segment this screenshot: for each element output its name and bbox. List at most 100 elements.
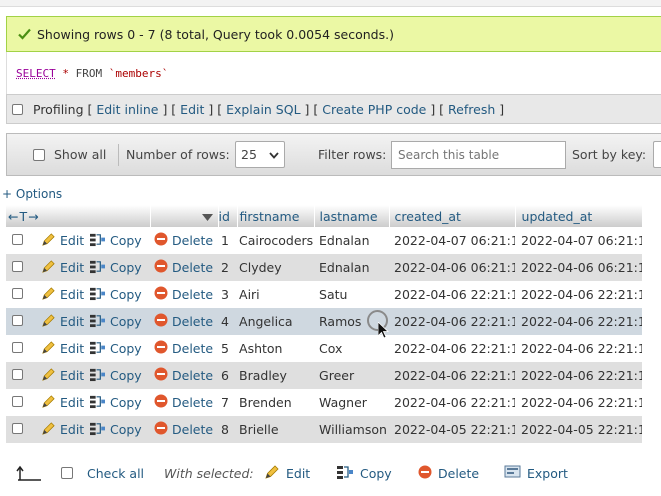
row-firstname-cell[interactable]: Airi bbox=[237, 281, 315, 308]
table-row[interactable]: Edit Copy Delete 5 Ashton Cox 2022-04-06 22:21… bbox=[6, 335, 643, 362]
column-arrows[interactable]: ←T→ bbox=[6, 205, 151, 227]
row-edit-button[interactable]: Edit bbox=[41, 232, 84, 250]
row-created-at-cell[interactable]: 2022-04-05 22:21:19 bbox=[389, 416, 516, 443]
table-row[interactable]: Edit Copy Delete 3 Airi Satu 2022-04-06 22:21:… bbox=[6, 281, 643, 308]
show-all-checkbox[interactable] bbox=[33, 149, 45, 161]
sql-select-keyword[interactable]: SELECT bbox=[16, 67, 56, 80]
row-updated-at-cell[interactable]: 2022-04-06 22:21:19 bbox=[515, 362, 643, 389]
row-id: 4 bbox=[221, 314, 229, 329]
check-all-checkbox[interactable] bbox=[61, 467, 73, 479]
table-row[interactable]: Edit Copy Delete 1 Cairocoders Ednalan 2022-04… bbox=[6, 227, 643, 254]
row-updated-at-cell[interactable]: 2022-04-05 22:21:19 bbox=[515, 416, 643, 443]
row-updated-at-cell[interactable]: 2022-04-06 22:21:19 bbox=[515, 308, 643, 335]
row-copy-button[interactable]: Copy bbox=[89, 394, 142, 412]
row-copy-button[interactable]: Copy bbox=[89, 313, 142, 331]
refresh-link[interactable]: Refresh bbox=[448, 102, 495, 117]
rows-count-select[interactable]: 25 bbox=[235, 141, 285, 168]
row-firstname-cell[interactable]: Brenden bbox=[237, 389, 315, 416]
row-lastname-cell[interactable]: Ednalan bbox=[314, 254, 390, 281]
row-edit-button[interactable]: Edit bbox=[41, 313, 84, 331]
column-header-id[interactable]: id bbox=[218, 205, 238, 227]
row-delete-button[interactable]: Delete bbox=[154, 394, 213, 411]
row-delete-button[interactable]: Delete bbox=[154, 286, 213, 303]
row-edit-button[interactable]: Edit bbox=[41, 340, 84, 358]
row-created-at-cell[interactable]: 2022-04-07 06:21:19 bbox=[389, 227, 516, 254]
row-delete-button[interactable]: Delete bbox=[154, 259, 213, 276]
bulk-delete-button[interactable]: Delete bbox=[418, 458, 479, 488]
export-button[interactable]: Export bbox=[504, 458, 568, 488]
table-row[interactable]: Edit Copy Delete 4 Angelica Ramos 2022-04-06 2… bbox=[6, 308, 643, 335]
row-firstname-cell[interactable]: Cairocoders bbox=[237, 227, 315, 254]
sort-toggle[interactable] bbox=[150, 205, 219, 227]
column-header-updated-at[interactable]: updated_at bbox=[515, 205, 643, 227]
table-row[interactable]: Edit Copy Delete 2 Clydey Ednalan 2022-04-06 0… bbox=[6, 254, 643, 281]
row-copy-button[interactable]: Copy bbox=[89, 232, 142, 250]
column-header-firstname[interactable]: firstname bbox=[237, 205, 315, 227]
filter-rows-input[interactable] bbox=[391, 141, 566, 169]
row-updated-at-cell[interactable]: 2022-04-06 22:21:19 bbox=[515, 389, 643, 416]
create-php-code-link[interactable]: Create PHP code bbox=[322, 102, 426, 117]
row-delete-button[interactable]: Delete bbox=[154, 340, 213, 357]
row-created-at-cell[interactable]: 2022-04-06 22:21:19 bbox=[389, 281, 516, 308]
row-delete-button[interactable]: Delete bbox=[154, 421, 213, 438]
row-checkbox[interactable] bbox=[12, 261, 23, 272]
row-lastname-cell[interactable]: Satu bbox=[314, 281, 390, 308]
row-edit-button[interactable]: Edit bbox=[41, 421, 84, 439]
row-firstname: Angelica bbox=[239, 314, 293, 329]
row-copy-button[interactable]: Copy bbox=[89, 259, 142, 277]
table-row[interactable]: Edit Copy Delete 8 Brielle Williamson 2022-04-… bbox=[6, 416, 643, 443]
column-header-created-at[interactable]: created_at bbox=[389, 205, 516, 227]
delete-icon bbox=[154, 286, 168, 303]
row-created-at-cell[interactable]: 2022-04-06 22:21:19 bbox=[389, 335, 516, 362]
row-edit-button[interactable]: Edit bbox=[41, 286, 84, 304]
row-firstname-cell[interactable]: Angelica bbox=[237, 308, 315, 335]
row-created-at-cell[interactable]: 2022-04-06 22:21:19 bbox=[389, 389, 516, 416]
row-delete-button[interactable]: Delete bbox=[154, 367, 213, 384]
row-checkbox[interactable] bbox=[12, 423, 23, 434]
row-updated-at-cell[interactable]: 2022-04-06 22:21:19 bbox=[515, 281, 643, 308]
explain-sql-link[interactable]: Explain SQL bbox=[226, 102, 300, 117]
sort-by-key-label: Sort by key: bbox=[572, 147, 647, 162]
row-delete-label: Delete bbox=[172, 368, 214, 383]
row-created-at-cell[interactable]: 2022-04-06 06:21:19 bbox=[389, 254, 516, 281]
check-all-control[interactable]: Check all bbox=[61, 458, 144, 488]
row-checkbox[interactable] bbox=[12, 396, 23, 407]
row-edit-button[interactable]: Edit bbox=[41, 367, 84, 385]
row-updated-at-cell[interactable]: 2022-04-07 06:21:19 bbox=[515, 227, 643, 254]
row-updated-at-cell[interactable]: 2022-04-06 06:21:19 bbox=[515, 254, 643, 281]
row-updated-at-cell[interactable]: 2022-04-06 22:21:19 bbox=[515, 335, 643, 362]
row-checkbox[interactable] bbox=[12, 288, 23, 299]
row-checkbox[interactable] bbox=[12, 342, 23, 353]
row-created-at-cell[interactable]: 2022-04-06 22:21:19 bbox=[389, 308, 516, 335]
row-firstname-cell[interactable]: Brielle bbox=[237, 416, 315, 443]
row-firstname-cell[interactable]: Ashton bbox=[237, 335, 315, 362]
edit-query-link[interactable]: Edit bbox=[180, 102, 204, 117]
row-copy-button[interactable]: Copy bbox=[89, 421, 142, 439]
bulk-copy-button[interactable]: Copy bbox=[336, 458, 392, 488]
row-edit-button[interactable]: Edit bbox=[41, 259, 84, 277]
bulk-edit-button[interactable]: Edit bbox=[264, 458, 310, 488]
row-edit-button[interactable]: Edit bbox=[41, 394, 84, 412]
row-created-at-cell[interactable]: 2022-04-06 22:21:19 bbox=[389, 362, 516, 389]
row-checkbox[interactable] bbox=[12, 234, 23, 245]
row-lastname-cell[interactable]: Wagner bbox=[314, 389, 390, 416]
table-row[interactable]: Edit Copy Delete 7 Brenden Wagner 2022-04-06 2… bbox=[6, 389, 643, 416]
row-lastname-cell[interactable]: Greer bbox=[314, 362, 390, 389]
row-copy-button[interactable]: Copy bbox=[89, 340, 142, 358]
row-checkbox[interactable] bbox=[12, 315, 23, 326]
row-firstname-cell[interactable]: Bradley bbox=[237, 362, 315, 389]
row-copy-button[interactable]: Copy bbox=[89, 367, 142, 385]
row-lastname-cell[interactable]: Williamson bbox=[314, 416, 390, 443]
table-row[interactable]: Edit Copy Delete 6 Bradley Greer 2022-04-06 22… bbox=[6, 362, 643, 389]
row-delete-button[interactable]: Delete bbox=[154, 313, 213, 330]
row-lastname-cell[interactable]: Ednalan bbox=[314, 227, 390, 254]
column-header-lastname[interactable]: lastname bbox=[314, 205, 390, 227]
row-checkbox[interactable] bbox=[12, 369, 23, 380]
options-link[interactable]: + Options bbox=[2, 187, 62, 201]
row-delete-button[interactable]: Delete bbox=[154, 232, 213, 249]
profiling-checkbox[interactable] bbox=[12, 103, 23, 115]
sort-by-key-select[interactable] bbox=[653, 141, 661, 168]
edit-inline-link[interactable]: Edit inline bbox=[96, 102, 158, 117]
row-firstname-cell[interactable]: Clydey bbox=[237, 254, 315, 281]
row-copy-button[interactable]: Copy bbox=[89, 286, 142, 304]
